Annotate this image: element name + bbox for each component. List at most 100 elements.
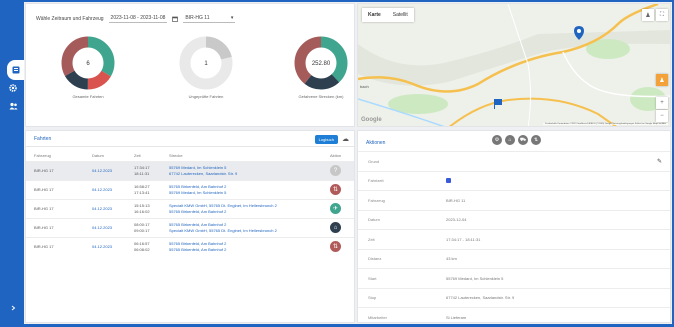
time-end: 18:11:31	[134, 170, 150, 176]
table-row[interactable]: BIR-HG 17 04.12.2023 08:00:17 09:00:17 55765…	[26, 217, 354, 237]
map-type-toggle: Karte Satellit	[362, 8, 414, 22]
fullscreen-button[interactable]: ⛶	[656, 9, 668, 21]
trip-type-button[interactable]: ?	[330, 165, 341, 176]
table-row[interactable]: BIR-HG 17 04.12.2023 06:16:57 06:08:02 55765…	[26, 236, 354, 256]
detail-row: Zeit 17:34:17 - 18:11:31	[358, 229, 670, 249]
detail-value: 67742 Lauterecken, Saarlandstr. Str. 9	[446, 295, 515, 301]
settings-round-button[interactable]: ⚙	[492, 135, 502, 145]
date-range-input[interactable]: 2023-11-08 - 2023-11-08	[108, 14, 168, 23]
app-frame: Wähle Zeitraum und Fahrzeug 2023-11-08 -…	[0, 0, 674, 327]
streetview-button[interactable]: ♟	[642, 9, 654, 21]
google-logo: Google	[361, 117, 382, 123]
trips-title: Fahrten	[34, 136, 52, 142]
sidebar-item-settings[interactable]	[2, 78, 24, 98]
cell-route: Specialt KMW GmbH, 55765 Dt. Englnet, Im…	[161, 198, 322, 218]
map-panel[interactable]: Karte Satellit ♟ ⛶ ♟ + − bach Google Kur…	[357, 3, 671, 127]
cell-action: ⇅	[322, 236, 354, 256]
sidebar-expand-button[interactable]	[2, 298, 24, 318]
time-end: 16:16:02	[134, 208, 150, 214]
map-attribution[interactable]: Kurzbefehle Kartendaten ©2023 GeoBasis-D…	[543, 123, 668, 125]
detail-value: 55769 Medard, Im Schlenklein 5	[446, 275, 504, 281]
cell-vehicle: BIR-HG 17	[26, 179, 84, 199]
detail-value: Si Lieferam	[446, 314, 467, 320]
detail-row: Fahrtzeit	[358, 170, 670, 191]
tab-satellite[interactable]: Satellit	[387, 8, 414, 22]
users-icon	[9, 102, 18, 110]
calendar-icon[interactable]	[172, 16, 179, 22]
column-header[interactable]: Fahrzeug	[26, 151, 84, 161]
donut-value: 1	[204, 61, 208, 67]
tab-map[interactable]: Karte	[362, 8, 387, 22]
edit-icon[interactable]: ✎	[657, 158, 662, 165]
sidebar	[2, 2, 24, 324]
sidebar-item-dashboard[interactable]	[7, 60, 24, 80]
table-row[interactable]: BIR-HG 17 04.12.2023 17:34:17 18:11:31 55769…	[26, 160, 354, 180]
detail-value: 17:34:17 - 18:11:31	[446, 236, 481, 242]
cell-date: 04.12.2023	[84, 160, 126, 180]
home-round-button[interactable]: ⌂	[505, 135, 515, 145]
column-header[interactable]: Strecke	[161, 151, 322, 161]
cell-time: 06:16:57 06:08:02	[126, 236, 161, 256]
cell-date: 04.12.2023	[84, 236, 126, 256]
swap-round-button[interactable]: ⇅	[531, 135, 541, 145]
vehicle-select-value: BIR-HG 11	[185, 15, 210, 21]
cell-action: ⌂	[322, 217, 354, 237]
checkbox[interactable]	[446, 178, 451, 184]
details-toolbar: ⚙ ⌂ ⛟ ⇅	[492, 135, 541, 145]
route-end: Specialt KMW GmbH, 55765 Dt. Englnet, Im…	[169, 227, 277, 233]
cloud-download-icon[interactable]: ☁	[342, 135, 349, 143]
time-end: 09:00:17	[134, 227, 150, 233]
zoom-out-button[interactable]: −	[656, 110, 668, 122]
column-header[interactable]: Zeit	[126, 151, 161, 161]
route-end: 55769 Medard, Im Schlenklein 5	[169, 189, 227, 195]
dashboard-icon	[12, 66, 19, 74]
table-header-row: Fahrzeug Datum Zeit Strecke Aktion	[26, 151, 354, 161]
table-row[interactable]: BIR-HG 17 04.12.2023 16:58:27 17:13:41 55765…	[26, 179, 354, 199]
sidebar-item-users[interactable]	[2, 96, 24, 116]
map-place-label: bach	[360, 84, 369, 89]
trip-type-button[interactable]: ✈	[330, 203, 341, 214]
details-list: Grund Fahrtzeit Fahrzeug BIR-HG 11 Datum 2023…	[358, 151, 670, 327]
car-round-button[interactable]: ⛟	[518, 135, 528, 145]
route-end: 55765 Birkenfeld, Am Bahnhof 2	[169, 208, 227, 214]
vehicle-select[interactable]: BIR-HG 11 ▾	[183, 14, 236, 23]
zoom-in-button[interactable]: +	[656, 97, 668, 109]
cell-route: 55765 Birkenfeld, Am Bahnhof 2 55765 Birk…	[161, 236, 322, 256]
detail-key: Fahrtzeit	[368, 178, 384, 184]
trips-header: Fahrten Logbuch ☁	[26, 131, 354, 147]
detail-row: Stop 67742 Lauterecken, Saarlandstr. Str.…	[358, 287, 670, 308]
filter-label: Wähle Zeitraum und Fahrzeug	[36, 15, 104, 22]
detail-row: Mitarbeiter Si Lieferam	[358, 307, 670, 327]
detail-row: Distanz 43 km	[358, 248, 670, 269]
stats-panel: Wähle Zeitraum und Fahrzeug 2023-11-08 -…	[25, 3, 355, 127]
column-header[interactable]: Datum	[84, 151, 126, 161]
cell-vehicle: BIR-HG 17	[26, 160, 84, 180]
detail-key: Datum	[368, 217, 380, 223]
pegman-icon: ♟	[659, 77, 665, 84]
donut-label: Ungeprüfte Fahrten	[188, 94, 224, 99]
donut-chart: 1	[179, 36, 233, 90]
trips-table: Fahrzeug Datum Zeit Strecke Aktion BIR-H…	[26, 151, 354, 256]
trip-type-button[interactable]: ⌂	[330, 222, 341, 233]
detail-key: Mitarbeiter	[368, 314, 387, 320]
map-canvas[interactable]	[358, 4, 671, 127]
table-row[interactable]: BIR-HG 17 04.12.2023 15:15:13 16:16:02 Speci…	[26, 198, 354, 218]
chevron-right-icon	[11, 305, 16, 311]
pegman-button[interactable]: ♟	[656, 74, 668, 86]
trip-type-button[interactable]: ⇅	[330, 184, 341, 195]
detail-row: Start 55769 Medard, Im Schlenklein 5	[358, 268, 670, 288]
main-area: Wähle Zeitraum und Fahrzeug 2023-11-08 -…	[24, 2, 672, 324]
stat-total-trips: 6 Gesamte Fahrten	[48, 36, 128, 99]
fullscreen-icon: ⛶	[659, 11, 665, 18]
cell-vehicle: BIR-HG 17	[26, 217, 84, 237]
logbook-button[interactable]: Logbuch	[314, 135, 338, 144]
flag-marker-icon[interactable]	[495, 99, 502, 105]
detail-row: Datum 2023-12-04	[358, 209, 670, 230]
detail-key: Grund	[368, 158, 380, 164]
detail-key: Fahrzeug	[368, 197, 385, 203]
cell-route: 55769 Medard, Im Schlenklein 5 67742 Laut…	[161, 160, 322, 180]
cell-action: ✈	[322, 198, 354, 218]
cell-action: ⇅	[322, 179, 354, 199]
trip-type-button[interactable]: ⇅	[330, 241, 341, 253]
donut-value: 6	[86, 61, 90, 67]
